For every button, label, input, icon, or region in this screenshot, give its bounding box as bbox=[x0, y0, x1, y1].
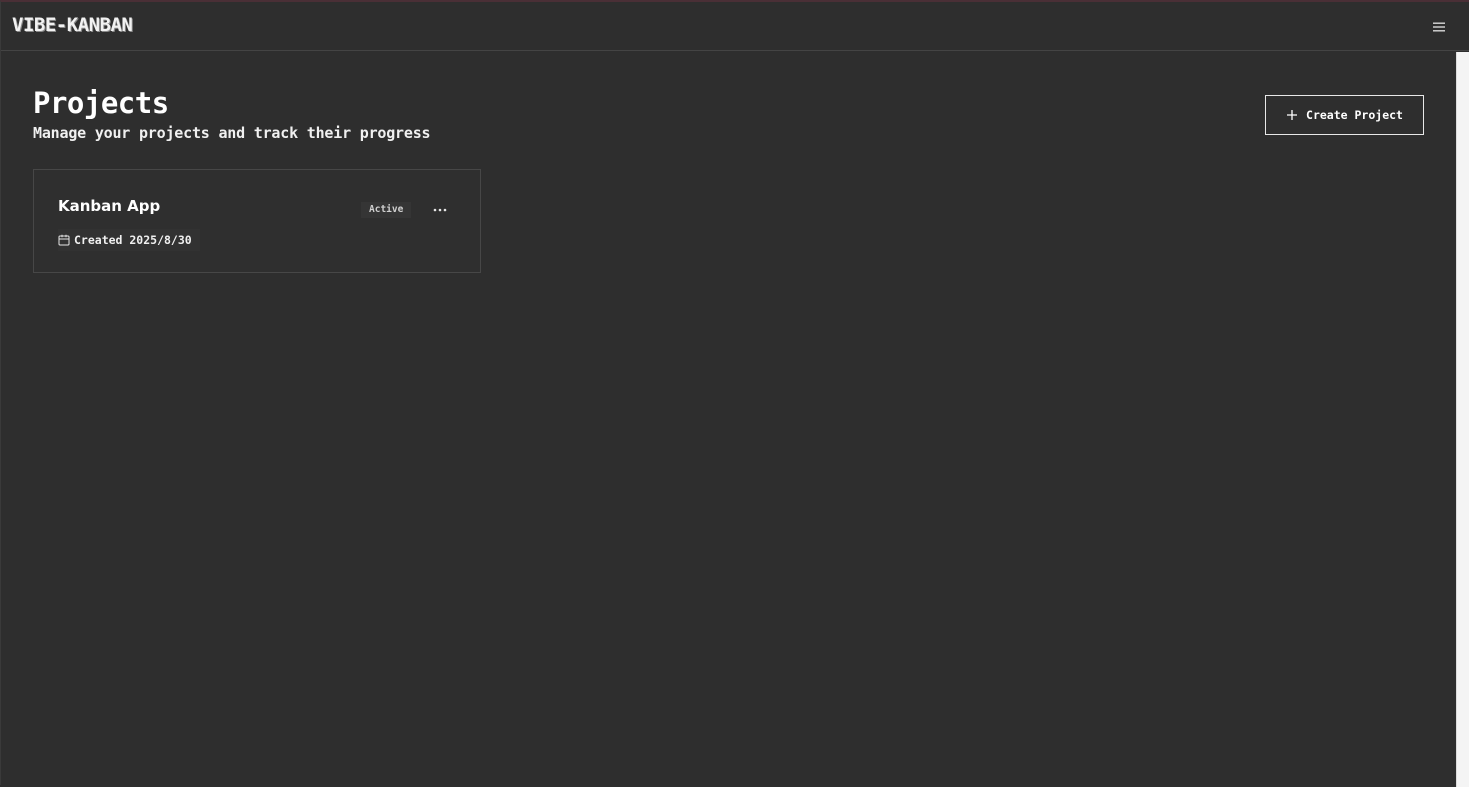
top-navigation-bar: VIBE-KANBAN bbox=[1, 2, 1469, 51]
hamburger-menu-icon bbox=[1433, 22, 1445, 32]
project-card-kanban-app[interactable]: Kanban App Active Created 2025/8/30 bbox=[33, 169, 481, 273]
created-date-text: Created 2025/8/30 bbox=[74, 233, 192, 247]
project-name: Kanban App bbox=[58, 197, 161, 215]
vertical-scrollbar[interactable] bbox=[1456, 52, 1469, 787]
page-subtitle: Manage your projects and track their pro… bbox=[33, 124, 431, 142]
app-window: VIBE-KANBAN Projects Manage your project… bbox=[0, 0, 1469, 787]
scrollbar-track bbox=[1456, 52, 1457, 787]
calendar-icon bbox=[58, 234, 70, 246]
project-actions-button[interactable] bbox=[427, 199, 453, 221]
create-project-button[interactable]: Create Project bbox=[1265, 95, 1424, 135]
plus-icon bbox=[1286, 109, 1298, 121]
more-horizontal-icon bbox=[433, 208, 447, 212]
status-badge: Active bbox=[361, 202, 412, 218]
app-logo[interactable]: VIBE-KANBAN bbox=[12, 13, 133, 37]
page-title: Projects bbox=[33, 86, 169, 120]
hamburger-menu-button[interactable] bbox=[1427, 16, 1451, 38]
created-date: Created 2025/8/30 bbox=[58, 229, 200, 251]
create-project-label: Create Project bbox=[1306, 108, 1403, 122]
